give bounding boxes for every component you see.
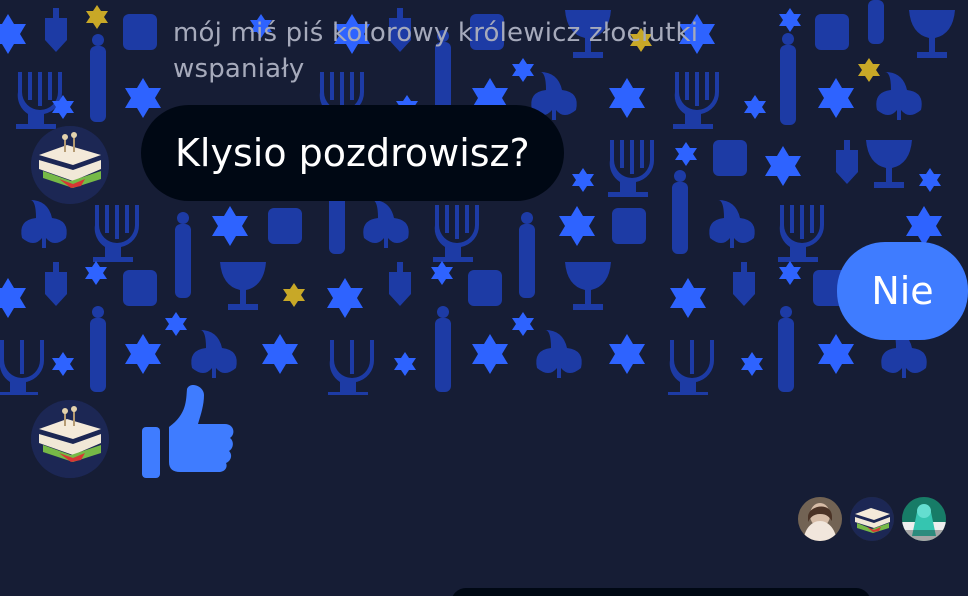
messenger-chat-thread: mój miś piś kolorowy królewicz złociutki… — [0, 0, 968, 596]
sender-name: mój miś piś kolorowy królewicz złociutki… — [173, 18, 699, 84]
sender-avatar[interactable] — [31, 400, 109, 478]
read-receipts — [798, 497, 946, 542]
read-receipt-avatar — [902, 497, 946, 541]
incoming-message-bubble[interactable]: Klysio pozdrowisz? — [141, 105, 564, 201]
outgoing-message-bubble[interactable]: Nie — [837, 242, 968, 340]
person-photo-icon — [798, 497, 842, 541]
partially-visible-message-bubble[interactable] — [451, 588, 871, 596]
sandwich-avatar-icon — [31, 126, 109, 204]
sandwich-avatar-icon — [31, 400, 109, 478]
thumbs-up-icon[interactable] — [138, 378, 240, 480]
sender-avatar[interactable] — [31, 126, 109, 204]
green-object-avatar-icon — [902, 497, 946, 541]
sandwich-avatar-icon — [850, 497, 894, 541]
read-receipt-avatar — [798, 497, 842, 541]
read-receipt-avatar — [850, 497, 894, 541]
